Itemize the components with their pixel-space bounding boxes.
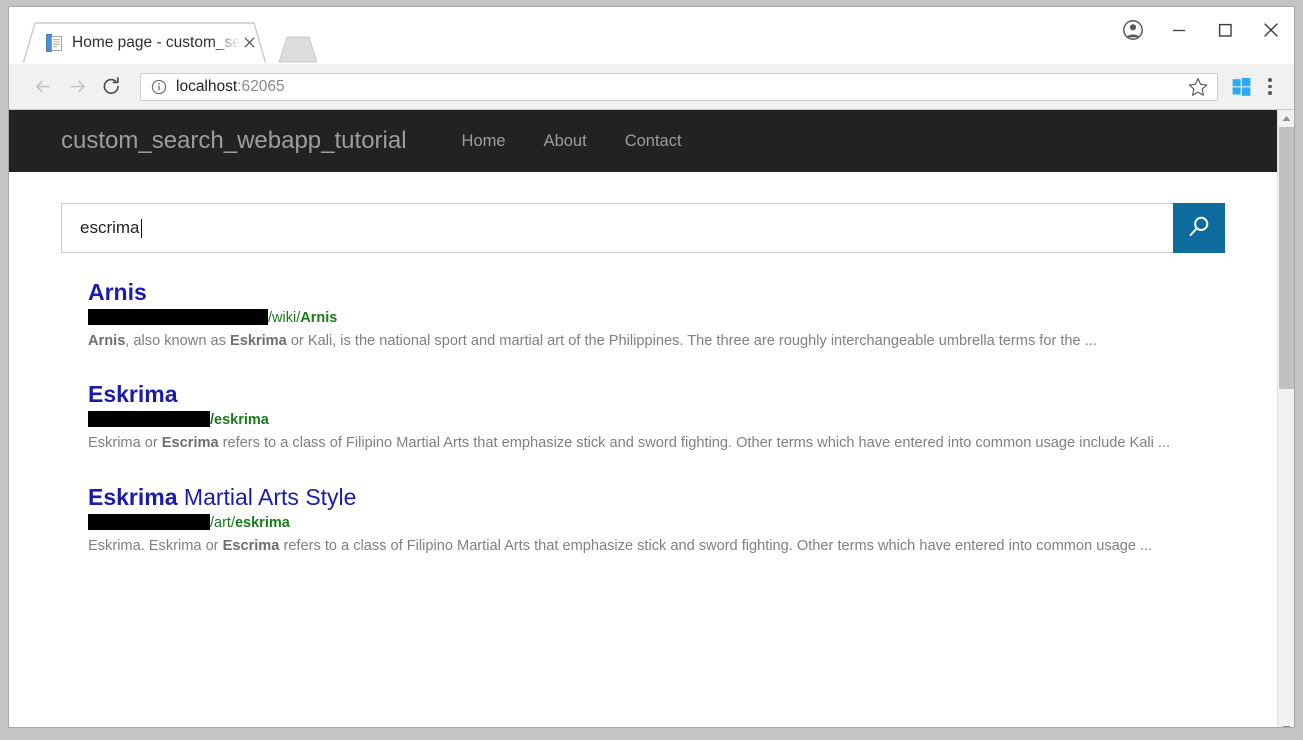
- result-title[interactable]: Eskrima: [88, 381, 1225, 408]
- result-url[interactable]: /art/eskrima: [88, 514, 1225, 532]
- result-url-path: /art/: [210, 515, 235, 531]
- page-icon: [46, 34, 63, 52]
- minimize-icon[interactable]: [1156, 8, 1202, 52]
- result-snippet: Eskrima. Eskrima or Escrima refers to a …: [88, 536, 1213, 557]
- screenshot-root: Home page - custom_sea: [0, 0, 1303, 740]
- url-host: localhost: [176, 78, 237, 95]
- scroll-down-arrow-icon[interactable]: [1278, 720, 1294, 728]
- snippet-highlight: Arnis: [88, 333, 125, 349]
- tab-title: Home page - custom_sea: [72, 34, 242, 52]
- result-title-highlight: Eskrima: [88, 484, 178, 510]
- search-results-list: Arnis /wiki/Arnis Arnis, also known as E…: [61, 279, 1225, 557]
- result-url-highlight: Arnis: [300, 310, 337, 326]
- three-dots-menu-icon[interactable]: [1256, 70, 1284, 104]
- search-input[interactable]: escrima: [61, 203, 1173, 253]
- page-viewport: custom_search_webapp_tutorial Home About…: [9, 110, 1294, 728]
- info-circle-icon[interactable]: [151, 79, 167, 95]
- text-caret: [141, 219, 142, 238]
- snippet-text: or Kali, is the national sport and marti…: [287, 333, 1097, 349]
- snippet-text: refers to a class of Filipino Martial Ar…: [279, 538, 1152, 554]
- windows-logo-icon[interactable]: [1226, 70, 1256, 104]
- web-page: custom_search_webapp_tutorial Home About…: [9, 110, 1277, 728]
- account-circle-icon[interactable]: [1110, 8, 1156, 52]
- dot: [1268, 91, 1272, 95]
- close-icon[interactable]: [1248, 8, 1294, 52]
- search-result-item: Arnis /wiki/Arnis Arnis, also known as E…: [88, 279, 1225, 352]
- result-title-highlight: Arnis: [88, 279, 147, 305]
- forward-arrow-icon[interactable]: [60, 70, 94, 104]
- magnifier-icon: [1186, 214, 1212, 243]
- redacted-domain: [88, 514, 210, 530]
- result-snippet: Eskrima or Escrima refers to a class of …: [88, 433, 1213, 454]
- nav-link-home[interactable]: Home: [443, 132, 525, 151]
- search-input-value: escrima: [80, 218, 140, 238]
- url-port: :62065: [237, 78, 284, 95]
- maximize-icon[interactable]: [1202, 8, 1248, 52]
- star-icon[interactable]: [1187, 76, 1209, 98]
- snippet-highlight: Escrima: [223, 538, 280, 554]
- tab-strip: Home page - custom_sea: [9, 7, 1294, 64]
- browser-toolbar: localhost:62065: [9, 64, 1294, 110]
- dot: [1268, 85, 1272, 89]
- back-arrow-icon[interactable]: [26, 70, 60, 104]
- nav-link-contact[interactable]: Contact: [606, 132, 701, 151]
- result-title-highlight: Eskrima: [88, 381, 178, 407]
- snippet-text: refers to a class of Filipino Martial Ar…: [219, 435, 1170, 451]
- redacted-domain: [88, 411, 210, 427]
- new-tab-icon[interactable]: [275, 34, 317, 63]
- snippet-text: , also known as: [125, 333, 230, 349]
- address-bar[interactable]: localhost:62065: [140, 73, 1218, 101]
- site-brand[interactable]: custom_search_webapp_tutorial: [61, 127, 407, 155]
- dot: [1268, 78, 1272, 82]
- close-icon[interactable]: [240, 34, 258, 52]
- result-snippet: Arnis, also known as Eskrima or Kali, is…: [88, 331, 1213, 352]
- result-url-path: /wiki/: [268, 310, 300, 326]
- scroll-up-arrow-icon[interactable]: [1278, 110, 1294, 127]
- result-title[interactable]: Arnis: [88, 279, 1225, 306]
- search-row: escrima: [61, 203, 1225, 253]
- scrollbar-thumb[interactable]: [1279, 127, 1294, 389]
- site-navbar: custom_search_webapp_tutorial Home About…: [9, 110, 1277, 172]
- window-controls: [1110, 7, 1294, 53]
- page-scrollbar[interactable]: [1277, 110, 1294, 728]
- snippet-highlight: Eskrima: [230, 333, 287, 349]
- result-url-highlight: eskrima: [235, 515, 290, 531]
- search-button[interactable]: [1173, 203, 1225, 253]
- browser-window: Home page - custom_sea: [8, 6, 1295, 728]
- result-url-highlight: /eskrima: [210, 412, 269, 428]
- result-url[interactable]: /eskrima: [88, 411, 1225, 429]
- result-url[interactable]: /wiki/Arnis: [88, 309, 1225, 327]
- search-result-item: Eskrima /eskrima Eskrima or Escrima refe…: [88, 381, 1225, 454]
- result-title[interactable]: Eskrima Martial Arts Style: [88, 484, 1225, 511]
- browser-tab[interactable]: Home page - custom_sea: [23, 21, 266, 64]
- result-title-rest: Martial Arts Style: [178, 484, 357, 510]
- page-content: escrima: [9, 203, 1277, 557]
- site-nav-links: Home About Contact: [443, 132, 701, 151]
- redacted-domain: [88, 309, 268, 325]
- nav-link-about[interactable]: About: [525, 132, 606, 151]
- url-text: localhost:62065: [176, 78, 1187, 96]
- search-result-item: Eskrima Martial Arts Style /art/eskrima …: [88, 484, 1225, 557]
- reload-icon[interactable]: [94, 70, 128, 104]
- snippet-text: Eskrima or: [88, 435, 162, 451]
- snippet-text: Eskrima. Eskrima or: [88, 538, 223, 554]
- snippet-highlight: Escrima: [162, 435, 219, 451]
